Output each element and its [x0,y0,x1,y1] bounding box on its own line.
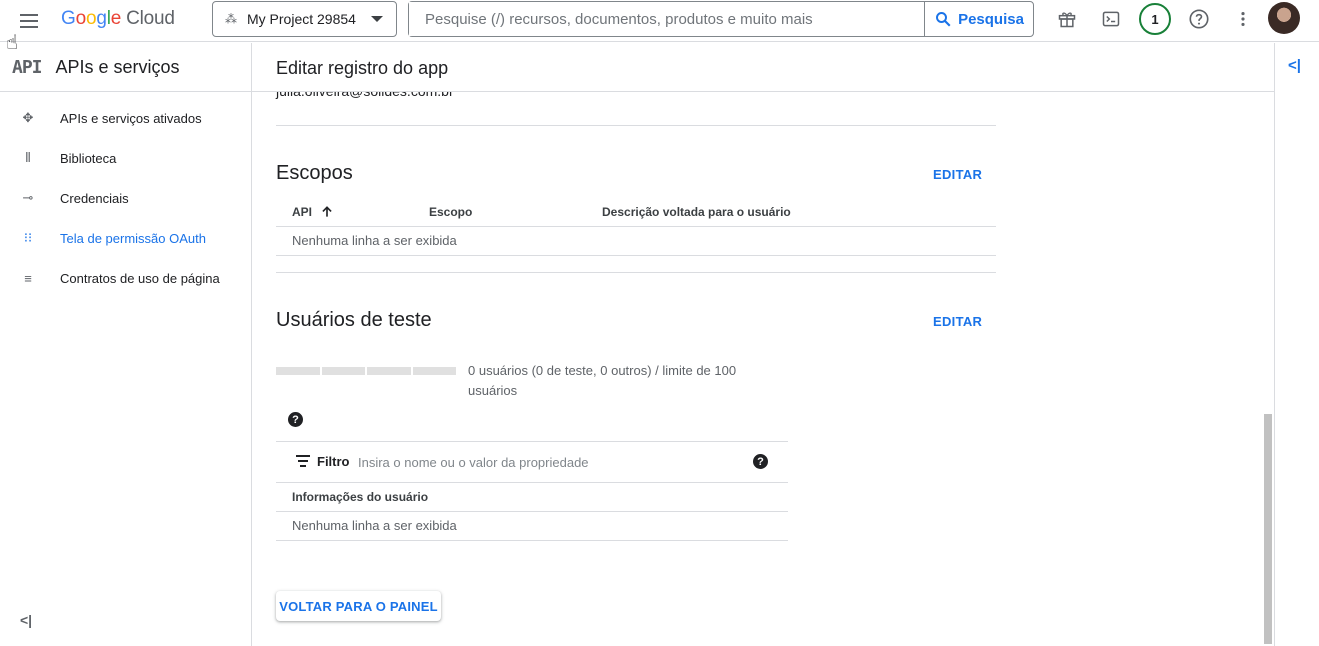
sort-ascending-icon [322,206,332,217]
page-title: Editar registro do app [276,58,449,78]
divider [276,511,788,512]
project-name: My Project 29854 [247,11,356,27]
scopes-empty-message: Nenhuma linha a ser exibida [292,233,457,248]
scrollbar-thumb[interactable] [1264,414,1272,644]
filter-icon [296,455,310,470]
divider [276,540,788,541]
google-cloud-logo[interactable]: Google Cloud [61,8,175,30]
sidebar-title: APIs e serviços [55,56,180,77]
library-icon: ⦀ [25,150,31,165]
divider [276,226,996,227]
filter-input[interactable] [358,451,738,473]
scopes-col-descricao: Descrição voltada para o usuário [602,205,791,219]
filter-help-icon[interactable]: ? [753,454,768,469]
filter-bar: Filtro ? [276,441,788,483]
sidebar-header: API APIs e serviços [0,43,251,92]
search-button[interactable]: Pesquisa [924,2,1033,36]
right-panel: <| [1274,43,1319,646]
test-users-title: Usuários de teste [276,309,432,331]
project-selector[interactable]: ⁂ My Project 29854 [212,1,397,37]
scopes-title: Escopos [276,162,353,184]
users-col-info: Informações do usuário [292,490,429,504]
dropdown-arrow-icon [371,16,383,22]
apis-icon: ✥ [22,110,34,125]
user-limit-progress-bar [276,367,456,375]
api-logo-icon: API [12,56,42,78]
top-bar: ☝ Google Cloud ⁂ My Project 29854 Pesquis… [0,0,1319,54]
search-icon [936,12,951,27]
divider [276,272,996,273]
expand-panel-icon[interactable]: <| [1288,57,1301,74]
main-content: Editar registro do app julia.oliveira@so… [252,43,1274,646]
notification-badge[interactable]: 1 [1139,3,1171,35]
avatar[interactable] [1268,2,1300,34]
search-bar: Pesquisa [408,1,1034,37]
help-icon[interactable]: ? [288,412,303,427]
terminal-icon[interactable] [1099,7,1123,31]
sidebar-item-credenciais[interactable]: ⊸ Credenciais [0,178,251,218]
scopes-col-escopo: Escopo [429,205,473,219]
help-icon[interactable] [1187,7,1211,31]
back-to-dashboard-button[interactable]: VOLTAR PARA O PAINEL [276,591,441,621]
sidebar-item-contratos[interactable]: ≡ Contratos de uso de página [0,258,251,298]
gift-icon[interactable] [1055,7,1079,31]
more-vert-icon[interactable] [1231,7,1255,31]
sidebar: API APIs e serviços ✥ APIs e serviços at… [0,43,252,646]
sidebar-item-apis-ativados[interactable]: ✥ APIs e serviços ativados [0,98,251,138]
divider [276,255,996,256]
sidebar-item-biblioteca[interactable]: ⦀ Biblioteca [0,138,251,178]
scopes-edit-button[interactable]: EDITAR [933,167,982,182]
key-icon: ⊸ [22,190,34,205]
user-usage-text: 0 usuários (0 de teste, 0 outros) / limi… [468,363,737,398]
users-empty-message: Nenhuma linha a ser exibida [292,518,457,533]
collapse-left-icon[interactable]: <| [20,612,32,628]
page-settings-icon: ≡ [24,270,32,286]
project-icon: ⁂ [225,12,237,26]
filter-label: Filtro [317,454,350,469]
menu-icon[interactable] [18,9,42,33]
page-header: Editar registro do app [252,43,1274,92]
divider [276,125,996,126]
test-users-edit-button[interactable]: EDITAR [933,314,982,329]
sidebar-item-oauth[interactable]: ⁝⁝ Tela de permissão OAuth [0,218,251,258]
oauth-icon: ⁝⁝ [23,230,33,245]
search-input[interactable] [409,2,924,36]
scopes-col-api[interactable]: API [292,205,334,219]
